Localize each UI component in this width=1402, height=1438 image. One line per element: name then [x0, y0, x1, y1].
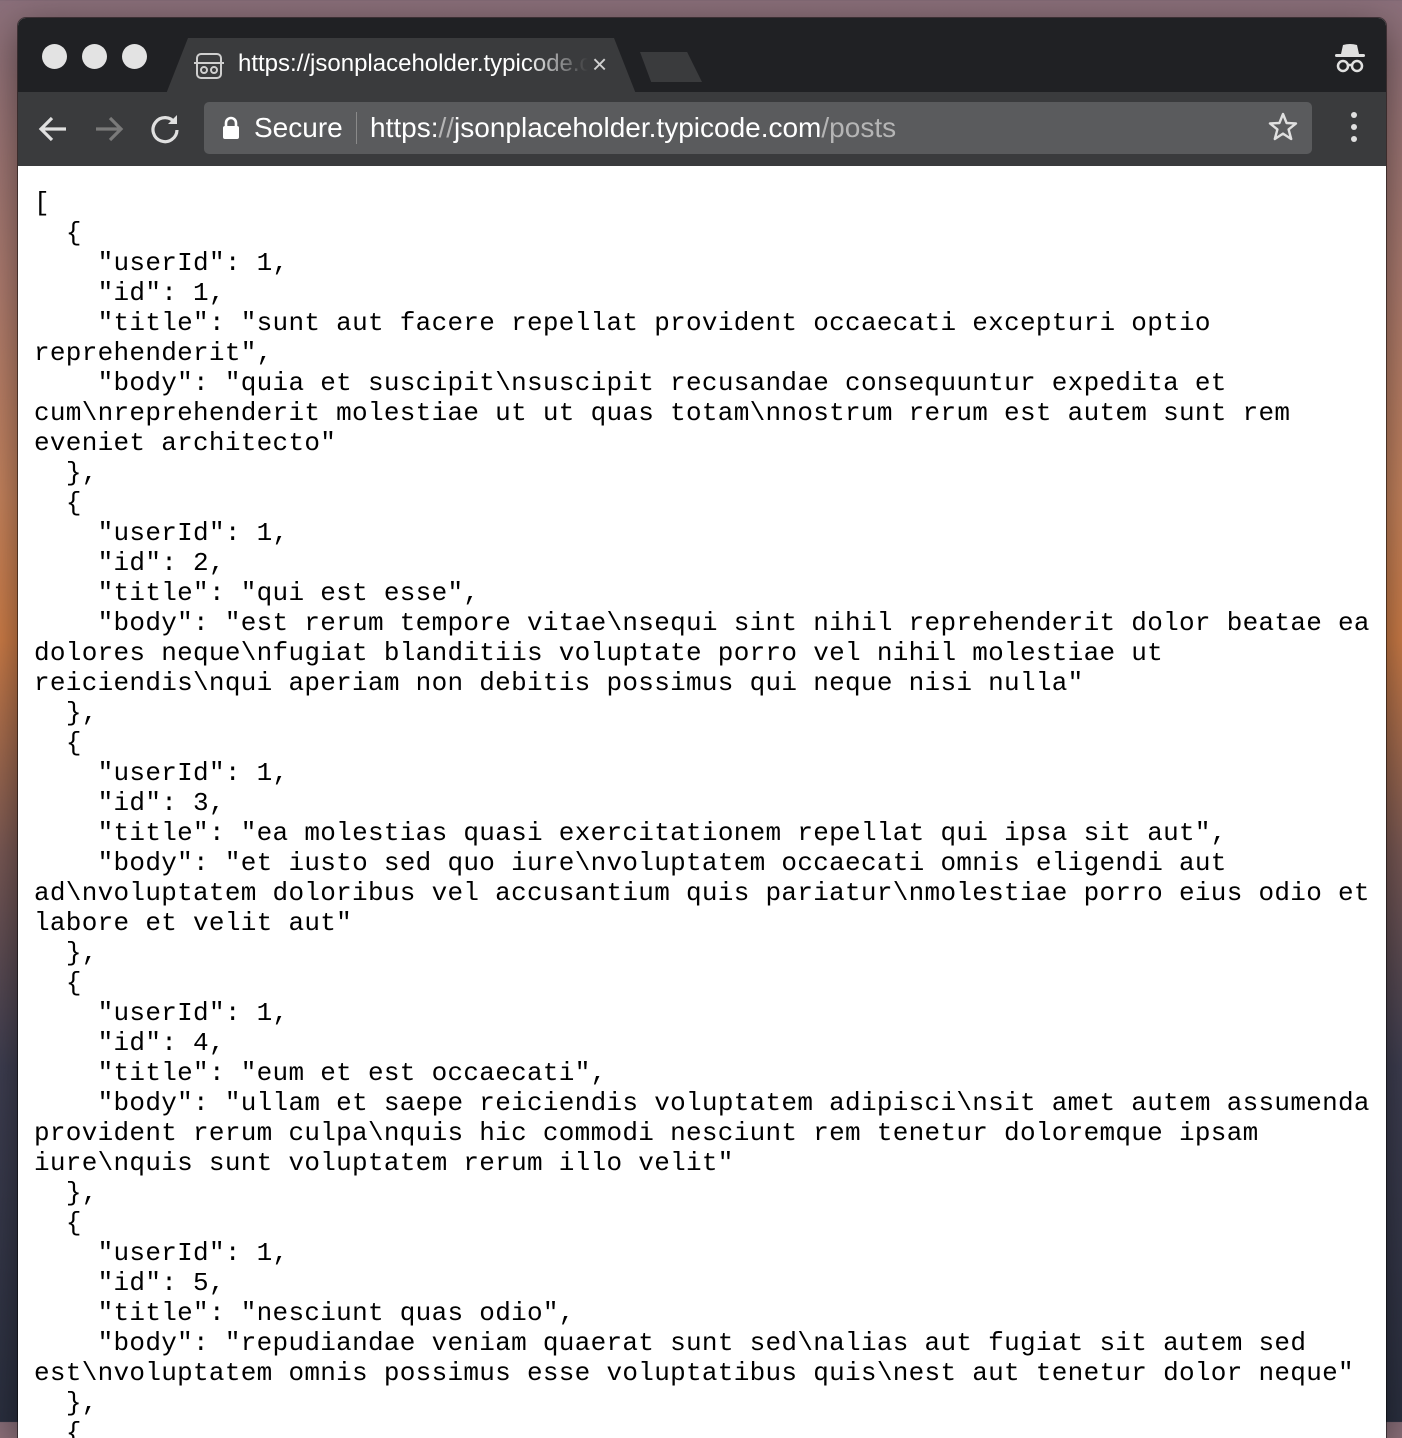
url-separator: //	[438, 112, 455, 143]
tab-close-icon[interactable]: ×	[592, 48, 607, 80]
forward-arrow-icon[interactable]	[92, 112, 126, 146]
toolbar: Secure https://jsonplaceholder.typicode.…	[18, 92, 1386, 166]
star-icon[interactable]	[1268, 112, 1298, 142]
json-response-text: [ { "userId": 1, "id": 1, "title": "sunt…	[34, 188, 1370, 1438]
address-bar[interactable]: Secure https://jsonplaceholder.typicode.…	[204, 102, 1312, 154]
zoom-window-button[interactable]	[122, 44, 147, 69]
url-host: jsonplaceholder.typicode.com	[454, 112, 822, 143]
title-bar: https://jsonplaceholder.typicode.com/pos…	[18, 18, 1386, 92]
incognito-tab-icon	[194, 53, 224, 79]
close-window-button[interactable]	[42, 44, 67, 69]
url-text[interactable]: https://jsonplaceholder.typicode.com/pos…	[370, 110, 896, 146]
minimize-window-button[interactable]	[82, 44, 107, 69]
browser-window: https://jsonplaceholder.typicode.com/pos…	[18, 18, 1386, 1438]
new-tab-button[interactable]	[640, 52, 702, 82]
address-divider	[356, 112, 357, 144]
incognito-icon	[1335, 44, 1365, 73]
kebab-menu-icon[interactable]	[1350, 110, 1358, 144]
url-scheme: https:	[370, 112, 439, 143]
url-path: /posts	[821, 112, 897, 143]
reload-icon[interactable]	[148, 112, 182, 146]
page-content: [ { "userId": 1, "id": 1, "title": "sunt…	[18, 166, 1386, 1438]
lock-icon	[223, 116, 239, 139]
back-arrow-icon[interactable]	[36, 112, 70, 146]
tab-title: https://jsonplaceholder.typicode.com/pos…	[238, 50, 588, 77]
security-label[interactable]: Secure	[254, 110, 343, 146]
